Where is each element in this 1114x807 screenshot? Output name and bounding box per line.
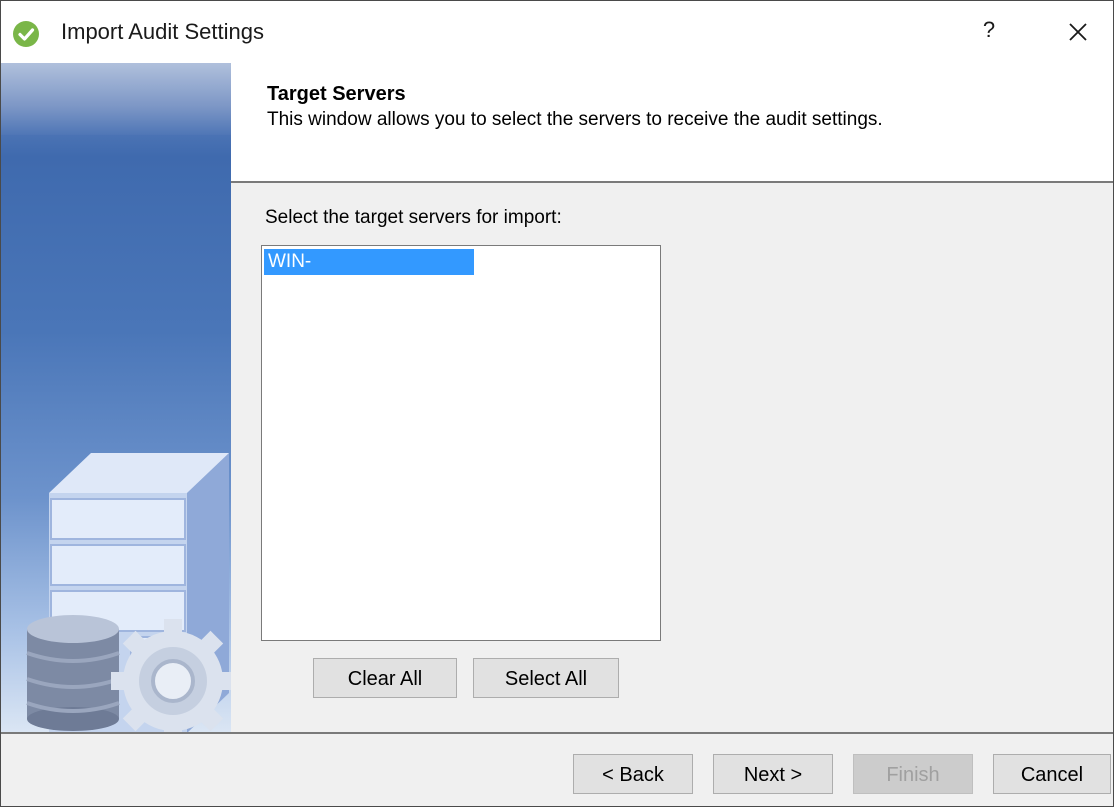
- target-servers-listbox[interactable]: WIN-: [261, 245, 661, 641]
- close-icon[interactable]: [1061, 17, 1095, 49]
- wizard-footer: < Back Next > Finish Cancel: [1, 732, 1113, 806]
- cancel-button[interactable]: Cancel: [993, 754, 1111, 794]
- wizard-banner: [1, 63, 231, 733]
- back-button[interactable]: < Back: [573, 754, 693, 794]
- wizard-content: Select the target servers for import: WI…: [231, 183, 1113, 733]
- server-database-gear-icon: [26, 453, 231, 733]
- green-check-icon: [13, 21, 39, 47]
- banner-sheen: [1, 63, 231, 135]
- page-title: Target Servers: [267, 83, 406, 105]
- import-audit-settings-dialog: Import Audit Settings ? Target Servers T…: [0, 0, 1114, 807]
- window-title: Import Audit Settings: [61, 19, 264, 44]
- clear-all-button[interactable]: Clear All: [313, 658, 457, 698]
- wizard-header: Target Servers This window allows you to…: [231, 63, 1113, 183]
- finish-button[interactable]: Finish: [853, 754, 973, 794]
- title-bar[interactable]: Import Audit Settings ?: [1, 1, 1113, 63]
- select-servers-label: Select the target servers for import:: [265, 207, 562, 228]
- page-subtitle: This window allows you to select the ser…: [267, 109, 883, 130]
- select-all-button[interactable]: Select All: [473, 658, 619, 698]
- help-button[interactable]: ?: [977, 17, 1001, 47]
- next-button[interactable]: Next >: [713, 754, 833, 794]
- list-item[interactable]: WIN-: [264, 249, 474, 275]
